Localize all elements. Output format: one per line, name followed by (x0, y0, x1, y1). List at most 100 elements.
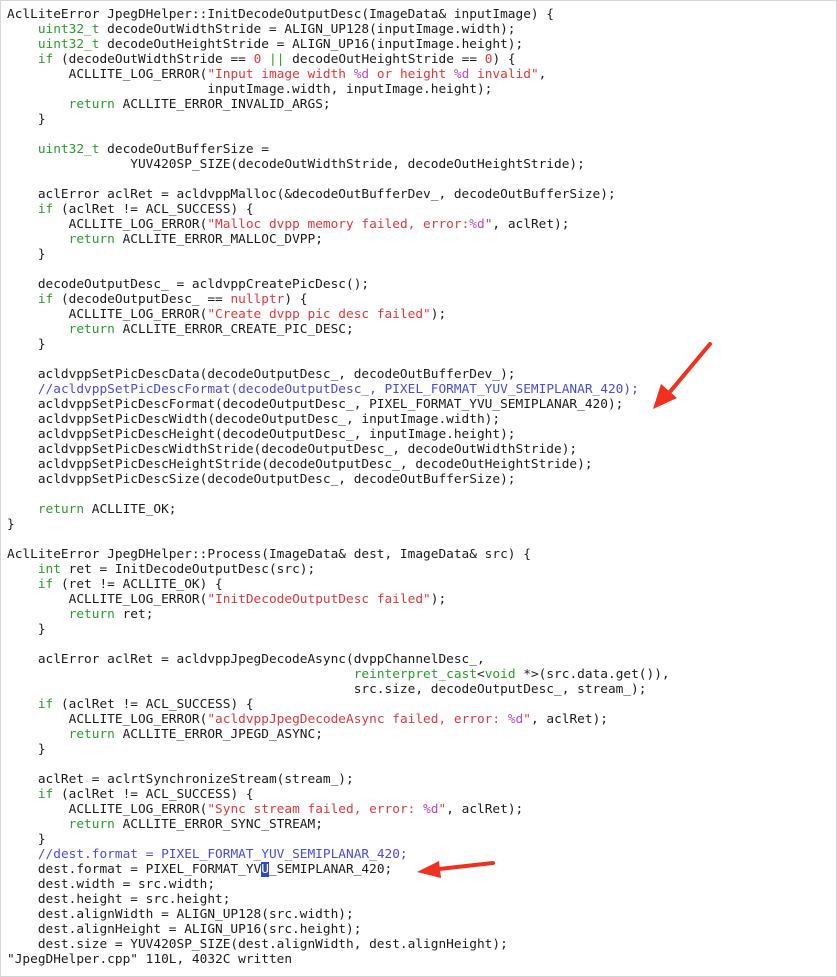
code-token: ret = InitDecodeOutputDesc(src); (60, 562, 316, 577)
code-line[interactable]: ACLLITE_LOG_ERROR("Malloc dvpp memory fa… (7, 217, 670, 232)
code-line[interactable]: dest.alignWidth = ALIGN_UP128(src.width)… (7, 907, 670, 922)
code-token: aclError aclRet = acldvppJpegDecodeAsync… (7, 652, 485, 667)
code-token: ACLLITE_ERROR_CREATE_PIC_DESC; (114, 322, 354, 337)
code-line[interactable]: uint32_t decodeOutWidthStride = ALIGN_UP… (7, 22, 670, 37)
code-token: ACLLITE_LOG_ERROR( (7, 592, 208, 607)
code-token: AclLiteError JpegDHelper::Process(ImageD… (7, 547, 531, 562)
status-line: "JpegDHelper.cpp" 110L, 4032C written (7, 952, 293, 967)
code-line[interactable]: AclLiteError JpegDHelper::InitDecodeOutp… (7, 7, 670, 22)
code-line[interactable]: dest.alignHeight = ALIGN_UP16(src.height… (7, 922, 670, 937)
code-token: dest.alignHeight = ALIGN_UP16(src.height… (7, 922, 362, 937)
code-line[interactable] (7, 487, 670, 502)
code-line[interactable]: acldvppSetPicDescFormat(decodeOutputDesc… (7, 397, 670, 412)
code-token: } (7, 832, 46, 847)
code-line[interactable]: } (7, 742, 670, 757)
code-line[interactable]: dest.width = src.width; (7, 877, 670, 892)
code-buffer[interactable]: AclLiteError JpegDHelper::InitDecodeOutp… (7, 7, 670, 952)
code-line[interactable]: } (7, 247, 670, 262)
code-line[interactable]: if (aclRet != ACL_SUCCESS) { (7, 202, 670, 217)
code-line[interactable]: int ret = InitDecodeOutputDesc(src); (7, 562, 670, 577)
code-line[interactable]: return ret; (7, 607, 670, 622)
code-line[interactable]: //acldvppSetPicDescFormat(decodeOutputDe… (7, 382, 670, 397)
code-line[interactable]: return ACLLITE_ERROR_CREATE_PIC_DESC; (7, 322, 670, 337)
code-line[interactable]: ACLLITE_LOG_ERROR("Create dvpp pic desc … (7, 307, 670, 322)
code-line[interactable]: acldvppSetPicDescData(decodeOutputDesc_,… (7, 367, 670, 382)
code-line[interactable]: } (7, 337, 670, 352)
code-line[interactable]: } (7, 517, 670, 532)
code-token: acldvppSetPicDescHeight(decodeOutputDesc… (7, 427, 516, 442)
code-token: ) { (492, 52, 516, 67)
code-token: if (37, 292, 54, 307)
code-line[interactable]: dest.height = src.height; (7, 892, 670, 907)
code-line[interactable]: dest.size = YUV420SP_SIZE(dest.alignWidt… (7, 937, 670, 952)
code-token: ACLLITE_LOG_ERROR( (7, 67, 208, 82)
code-line[interactable]: } (7, 622, 670, 637)
code-line[interactable] (7, 532, 670, 547)
code-token: dest.size = YUV420SP_SIZE(dest.alignWidt… (7, 937, 508, 952)
code-token: return (68, 607, 115, 622)
code-line[interactable]: src.size, decodeOutputDesc_, stream_); (7, 682, 670, 697)
code-line[interactable]: acldvppSetPicDescWidth(decodeOutputDesc_… (7, 412, 670, 427)
code-line[interactable] (7, 262, 670, 277)
code-token: dest.width = src.width; (7, 877, 216, 892)
code-line[interactable]: return ACLLITE_ERROR_SYNC_STREAM; (7, 817, 670, 832)
code-line[interactable]: acldvppSetPicDescHeight(decodeOutputDesc… (7, 427, 670, 442)
code-line[interactable]: } (7, 112, 670, 127)
code-line[interactable]: return ACLLITE_ERROR_JPEGD_ASYNC; (7, 727, 670, 742)
code-line[interactable]: if (ret != ACLLITE_OK) { (7, 577, 670, 592)
code-token: "Input image width (207, 67, 354, 82)
code-line[interactable]: aclRet = aclrtSynchronizeStream(stream_)… (7, 772, 670, 787)
code-token: //dest.format = PIXEL_FORMAT_YUV_SEMIPLA… (37, 847, 408, 862)
code-line[interactable]: AclLiteError JpegDHelper::Process(ImageD… (7, 547, 670, 562)
code-token: } (7, 622, 46, 637)
code-line[interactable]: acldvppSetPicDescHeightStride(decodeOutp… (7, 457, 670, 472)
code-line[interactable] (7, 172, 670, 187)
code-token: int (37, 562, 61, 577)
code-line[interactable]: ACLLITE_LOG_ERROR("InitDecodeOutputDesc … (7, 592, 670, 607)
code-line[interactable]: if (aclRet != ACL_SUCCESS) { (7, 697, 670, 712)
code-line[interactable]: return ACLLITE_ERROR_MALLOC_DVPP; (7, 232, 670, 247)
code-line[interactable]: uint32_t decodeOutBufferSize = (7, 142, 670, 157)
code-line[interactable]: uint32_t decodeOutHeightStride = ALIGN_U… (7, 37, 670, 52)
code-line[interactable]: ACLLITE_LOG_ERROR("Sync stream failed, e… (7, 802, 670, 817)
code-line[interactable]: if (decodeOutWidthStride == 0 || decodeO… (7, 52, 670, 67)
code-token: "acldvppJpegDecodeAsync failed, error: (207, 712, 508, 727)
code-token: (decodeOutWidthStride == (53, 52, 254, 67)
code-line[interactable]: aclError aclRet = acldvppMalloc(&decodeO… (7, 187, 670, 202)
code-line[interactable]: ACLLITE_LOG_ERROR("acldvppJpegDecodeAsyn… (7, 712, 670, 727)
code-token: uint32_t (37, 142, 100, 157)
code-line[interactable]: aclError aclRet = acldvppJpegDecodeAsync… (7, 652, 670, 667)
code-line[interactable]: if (decodeOutputDesc_ == nullptr) { (7, 292, 670, 307)
code-line[interactable] (7, 757, 670, 772)
code-line[interactable]: return ACLLITE_OK; (7, 502, 670, 517)
code-editor[interactable]: AclLiteError JpegDHelper::InitDecodeOutp… (0, 0, 837, 977)
code-line[interactable] (7, 352, 670, 367)
code-line[interactable]: decodeOutputDesc_ = acldvppCreatePicDesc… (7, 277, 670, 292)
code-line[interactable] (7, 127, 670, 142)
code-line[interactable]: } (7, 832, 670, 847)
code-token: (aclRet != ACL_SUCCESS) { (53, 202, 254, 217)
code-token: ACLLITE_ERROR_MALLOC_DVPP; (114, 232, 323, 247)
code-line[interactable] (7, 637, 670, 652)
code-line[interactable]: inputImage.width, inputImage.height); (7, 82, 670, 97)
code-line[interactable]: acldvppSetPicDescSize(decodeOutputDesc_,… (7, 472, 670, 487)
code-line[interactable]: //dest.format = PIXEL_FORMAT_YUV_SEMIPLA… (7, 847, 670, 862)
code-line[interactable]: ACLLITE_LOG_ERROR("Input image width %d … (7, 67, 670, 82)
code-line[interactable]: reinterpret_cast<void *>(src.data.get())… (7, 667, 670, 682)
code-token: ) { (284, 292, 308, 307)
code-line[interactable]: if (aclRet != ACL_SUCCESS) { (7, 787, 670, 802)
code-line[interactable]: acldvppSetPicDescWidthStride(decodeOutpu… (7, 442, 670, 457)
code-token: ); (430, 307, 447, 322)
code-token: YUV420SP_SIZE(decodeOutWidthStride, deco… (7, 157, 585, 172)
code-line[interactable]: YUV420SP_SIZE(decodeOutWidthStride, deco… (7, 157, 670, 172)
code-line[interactable]: return ACLLITE_ERROR_INVALID_ARGS; (7, 97, 670, 112)
code-token: src.size, decodeOutputDesc_, stream_); (7, 682, 647, 697)
code-token: %d (507, 712, 524, 727)
code-line[interactable]: dest.format = PIXEL_FORMAT_YVU_SEMIPLANA… (7, 862, 670, 877)
